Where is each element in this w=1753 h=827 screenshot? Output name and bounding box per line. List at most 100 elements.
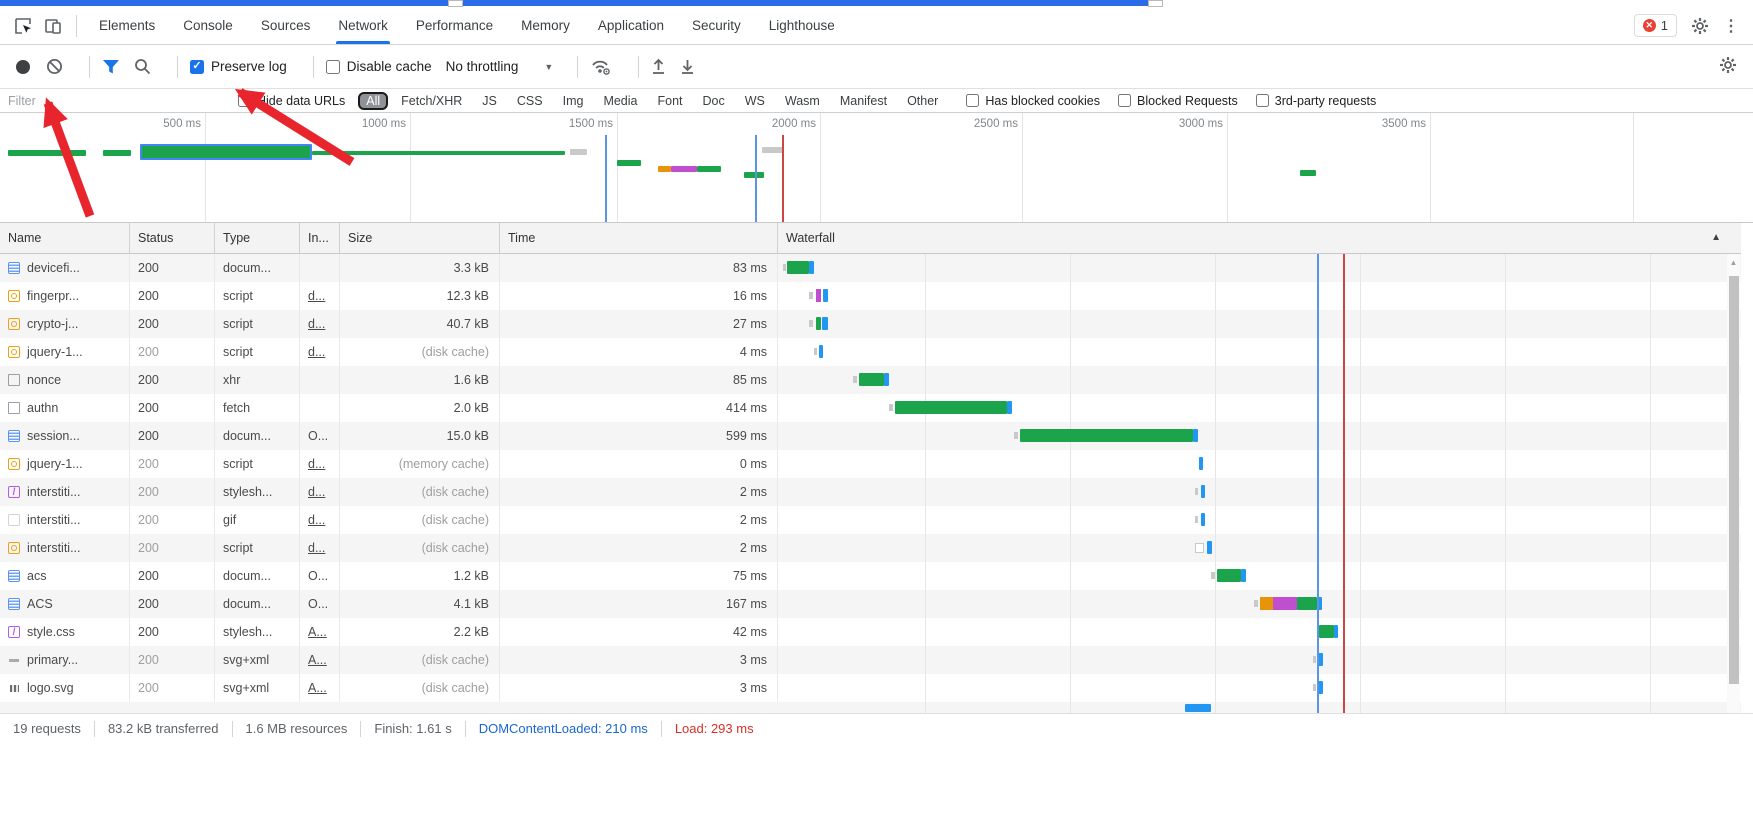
table-row-crypto-j-2[interactable]: crypto-j...200scriptd...40.7 kB27 ms — [0, 310, 1741, 338]
table-row-interstiti-8[interactable]: interstiti...200stylesh...d...(disk cach… — [0, 478, 1741, 506]
tab-console[interactable]: Console — [169, 7, 247, 44]
checkbox-has-blocked-cookies[interactable] — [966, 94, 979, 107]
chip-media[interactable]: Media — [596, 93, 644, 109]
throttling-value: No throttling — [446, 59, 519, 74]
table-row-primary-14[interactable]: primary...200svg+xmlA...(disk cache)3 ms — [0, 646, 1741, 674]
status-cell: 200 — [130, 618, 215, 646]
table-row-fingerpr-1[interactable]: fingerpr...200scriptd...12.3 kB16 ms — [0, 282, 1741, 310]
chip-wasm[interactable]: Wasm — [778, 93, 827, 109]
table-row-interstiti-10[interactable]: interstiti...200scriptd...(disk cache)2 … — [0, 534, 1741, 562]
initiator-cell[interactable]: d... — [300, 282, 340, 310]
scrollbar-thumb[interactable] — [1729, 276, 1739, 684]
initiator-cell[interactable]: d... — [300, 310, 340, 338]
tab-elements[interactable]: Elements — [85, 7, 169, 44]
column-header-waterfall[interactable]: Waterfall — [778, 223, 1741, 253]
checkbox-blocked-requests[interactable] — [1118, 94, 1131, 107]
throttling-select[interactable]: No throttling ▼ — [446, 59, 554, 74]
network-overview[interactable]: 500 ms1000 ms1500 ms2000 ms2500 ms3000 m… — [0, 113, 1753, 223]
sort-ascending-icon[interactable]: ▲ — [1711, 232, 1721, 243]
search-icon[interactable] — [134, 58, 151, 75]
clear-icon[interactable] — [46, 58, 63, 75]
status-cell: 200 — [130, 422, 215, 450]
status-cell: 200 — [130, 338, 215, 366]
network-conditions-icon[interactable] — [590, 58, 612, 76]
request-name: interstiti... — [27, 541, 81, 555]
error-badge[interactable]: ✕ 1 — [1634, 14, 1677, 37]
table-row-acs-11[interactable]: acs200docum...O...1.2 kB75 ms — [0, 562, 1741, 590]
tab-lighthouse[interactable]: Lighthouse — [755, 7, 849, 44]
table-row-jquery-1-3[interactable]: jquery-1...200scriptd...(disk cache)4 ms — [0, 338, 1741, 366]
filter-input[interactable] — [0, 91, 238, 111]
initiator-cell[interactable]: d... — [300, 506, 340, 534]
kebab-menu-icon[interactable]: ⋮ — [1723, 16, 1739, 36]
table-row-style-css-13[interactable]: style.css200stylesh...A...2.2 kB42 ms — [0, 618, 1741, 646]
initiator-cell[interactable]: A... — [300, 618, 340, 646]
column-header-in[interactable]: In... — [300, 223, 340, 253]
initiator-cell[interactable]: A... — [300, 674, 340, 702]
chip-all[interactable]: All — [358, 92, 388, 110]
tab-sources[interactable]: Sources — [247, 7, 325, 44]
column-header-time[interactable]: Time — [500, 223, 778, 253]
initiator-cell[interactable]: d... — [300, 338, 340, 366]
column-header-size[interactable]: Size — [340, 223, 500, 253]
chip-css[interactable]: CSS — [510, 93, 550, 109]
table-row-acs-12[interactable]: ACS200docum...O...4.1 kB167 ms — [0, 590, 1741, 618]
time-cell: 4 ms — [500, 338, 778, 366]
chip-js[interactable]: JS — [475, 93, 504, 109]
network-settings-gear-icon[interactable] — [1719, 56, 1737, 74]
import-har-icon[interactable] — [651, 58, 666, 75]
waterfall-bar-magenta — [816, 289, 821, 302]
table-row-logo-svg-15[interactable]: logo.svg200svg+xmlA...(disk cache)3 ms — [0, 674, 1741, 702]
initiator-cell[interactable]: d... — [300, 534, 340, 562]
status-cell: 200 — [130, 562, 215, 590]
preserve-log-label: Preserve log — [211, 59, 287, 74]
settings-gear-icon[interactable] — [1691, 17, 1709, 35]
chip-font[interactable]: Font — [650, 93, 689, 109]
chip-doc[interactable]: Doc — [696, 93, 732, 109]
gif-icon — [8, 514, 20, 526]
partially-visible-row[interactable] — [0, 702, 1741, 713]
size-cell: (disk cache) — [340, 534, 500, 562]
record-button[interactable] — [16, 60, 30, 74]
inspect-element-icon[interactable] — [12, 15, 34, 37]
preserve-log-checkbox[interactable] — [190, 60, 204, 74]
table-row-interstiti-9[interactable]: interstiti...200gifd...(disk cache)2 ms — [0, 506, 1741, 534]
scrollbar-up-icon[interactable]: ▲ — [1727, 254, 1740, 267]
tab-performance[interactable]: Performance — [402, 7, 507, 44]
tab-label: Console — [183, 18, 233, 33]
initiator-cell[interactable]: d... — [300, 450, 340, 478]
column-header-name[interactable]: Name — [0, 223, 130, 253]
table-row-nonce-4[interactable]: nonce200xhr1.6 kB85 ms — [0, 366, 1741, 394]
chip-manifest[interactable]: Manifest — [833, 93, 894, 109]
disable-cache-checkbox[interactable] — [326, 60, 340, 74]
hide-data-urls-checkbox[interactable] — [238, 94, 251, 107]
timeline-tick-label: 1500 ms — [543, 118, 613, 130]
table-row-session-6[interactable]: session...200docum...O...15.0 kB599 ms — [0, 422, 1741, 450]
chip-fetch-xhr[interactable]: Fetch/XHR — [394, 93, 469, 109]
device-toolbar-icon[interactable] — [42, 15, 64, 37]
error-icon: ✕ — [1643, 19, 1656, 32]
initiator-cell: O... — [300, 422, 340, 450]
table-row-authn-5[interactable]: authn200fetch2.0 kB414 ms — [0, 394, 1741, 422]
tab-security[interactable]: Security — [678, 7, 755, 44]
table-row-jquery-1-7[interactable]: jquery-1...200scriptd...(memory cache)0 … — [0, 450, 1741, 478]
table-row-devicefi-0[interactable]: devicefi...200docum...3.3 kB83 ms — [0, 254, 1741, 282]
checkbox-3rd-party-requests[interactable] — [1256, 94, 1269, 107]
tab-network[interactable]: Network — [324, 7, 402, 44]
filter-funnel-icon[interactable] — [102, 59, 120, 75]
initiator-cell[interactable]: d... — [300, 478, 340, 506]
tab-application[interactable]: Application — [584, 7, 678, 44]
export-har-icon[interactable] — [680, 58, 695, 75]
tab-strip: Elements Console SourcesNetworkPerformance… — [85, 7, 849, 44]
waterfall-bar-blue — [822, 317, 828, 330]
chip-img[interactable]: Img — [556, 93, 591, 109]
tab-memory[interactable]: Memory — [507, 7, 584, 44]
toolbar-separator5 — [638, 56, 639, 78]
column-header-type[interactable]: Type — [215, 223, 300, 253]
initiator-cell[interactable]: A... — [300, 646, 340, 674]
vertical-scrollbar[interactable]: ▲ — [1727, 254, 1740, 713]
chip-other[interactable]: Other — [900, 93, 945, 109]
chip-ws[interactable]: WS — [738, 93, 772, 109]
timeline-tick-label: 3000 ms — [1153, 118, 1223, 130]
column-header-status[interactable]: Status — [130, 223, 215, 253]
